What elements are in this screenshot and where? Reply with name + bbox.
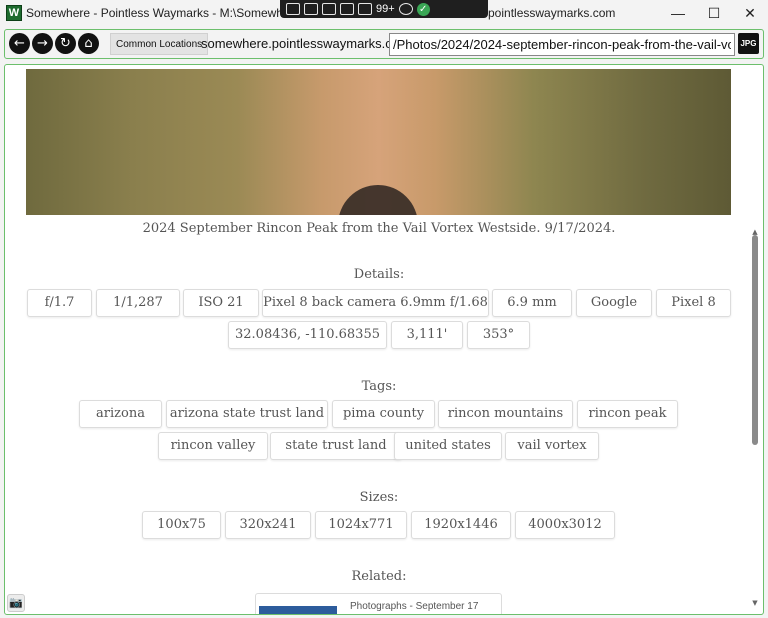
tag-chip[interactable]: pima county (332, 400, 435, 428)
trail-photo (26, 69, 731, 215)
notification-count: 99+ (376, 3, 395, 15)
tag-chip[interactable]: arizona state trust land (166, 400, 328, 428)
network-icon[interactable] (358, 3, 372, 15)
detail-chip[interactable]: ISO 21 (183, 289, 259, 317)
camera-icon[interactable]: 📷 (7, 594, 25, 612)
cursor-icon[interactable] (322, 3, 336, 15)
size-chip[interactable]: 4000x3012 (515, 511, 615, 539)
size-chip[interactable]: 100x75 (142, 511, 221, 539)
minimize-button[interactable]: — (660, 0, 696, 26)
forward-button[interactable]: → (32, 33, 53, 54)
app-icon: W (6, 5, 22, 21)
screen-capture-toolbar: 99+ ✓ (280, 0, 488, 18)
related-item[interactable]: Photographs - September 17 (255, 593, 502, 614)
title-bar: W Somewhere - Pointless Waymarks - M:\So… (0, 0, 768, 26)
detail-chip[interactable]: Pixel 8 back camera 6.9mm f/1.68 (262, 289, 489, 317)
related-heading: Related: (351, 569, 407, 584)
detail-chip[interactable]: Google (576, 289, 652, 317)
document-icon[interactable] (286, 3, 300, 15)
related-item-label: Photographs - September 17 (350, 601, 479, 612)
frame-icon[interactable] (340, 3, 354, 15)
scrollbar-thumb[interactable] (752, 235, 758, 445)
scroll-down-arrow[interactable]: ▼ (750, 598, 760, 608)
details-heading: Details: (353, 267, 405, 282)
refresh-button[interactable]: ↻ (55, 33, 76, 54)
detail-chip[interactable]: 32.08436, -110.68355 (228, 321, 387, 349)
detail-chip[interactable]: Pixel 8 (656, 289, 731, 317)
back-button[interactable]: ← (9, 33, 30, 54)
site-domain: somewhere.pointlesswaymarks.com (201, 36, 410, 51)
detail-chip[interactable]: 1/1,287 (96, 289, 180, 317)
detail-chip[interactable]: f/1.7 (27, 289, 92, 317)
tag-chip[interactable]: state trust land (270, 432, 402, 460)
tag-chip[interactable]: united states (394, 432, 502, 460)
accessibility-icon[interactable] (398, 3, 413, 15)
page-content: 2024 September Rincon Peak from the Vail… (4, 64, 764, 615)
size-chip[interactable]: 1920x1446 (411, 511, 511, 539)
home-button[interactable]: ⌂ (78, 33, 99, 54)
jpg-icon[interactable]: JPG (738, 33, 759, 54)
window-title-suffix: pointlesswaymarks.com (488, 6, 616, 20)
tag-chip[interactable]: rincon mountains (438, 400, 573, 428)
size-chip[interactable]: 1024x771 (315, 511, 407, 539)
size-chip[interactable]: 320x241 (225, 511, 311, 539)
photographer-shadow (338, 185, 418, 215)
tag-chip[interactable]: rincon valley (158, 432, 268, 460)
photo-caption: 2024 September Rincon Peak from the Vail… (142, 221, 616, 236)
video-icon[interactable] (304, 3, 318, 15)
tag-chip[interactable]: arizona (79, 400, 162, 428)
common-locations-button[interactable]: Common Locations (110, 33, 209, 55)
related-thumbnail (259, 606, 337, 614)
url-path-input[interactable] (389, 33, 735, 56)
tag-chip[interactable]: rincon peak (577, 400, 678, 428)
detail-chip[interactable]: 353° (467, 321, 530, 349)
check-icon[interactable]: ✓ (416, 2, 430, 16)
navigation-bar: ← → ↻ ⌂ Common Locations somewhere.point… (4, 29, 764, 59)
sizes-heading: Sizes: (359, 490, 399, 505)
detail-chip[interactable]: 3,111' (391, 321, 463, 349)
close-button[interactable]: ✕ (732, 0, 768, 26)
detail-chip[interactable]: 6.9 mm (492, 289, 572, 317)
tags-heading: Tags: (361, 379, 397, 394)
tag-chip[interactable]: vail vortex (505, 432, 599, 460)
maximize-button[interactable]: ☐ (696, 0, 732, 26)
